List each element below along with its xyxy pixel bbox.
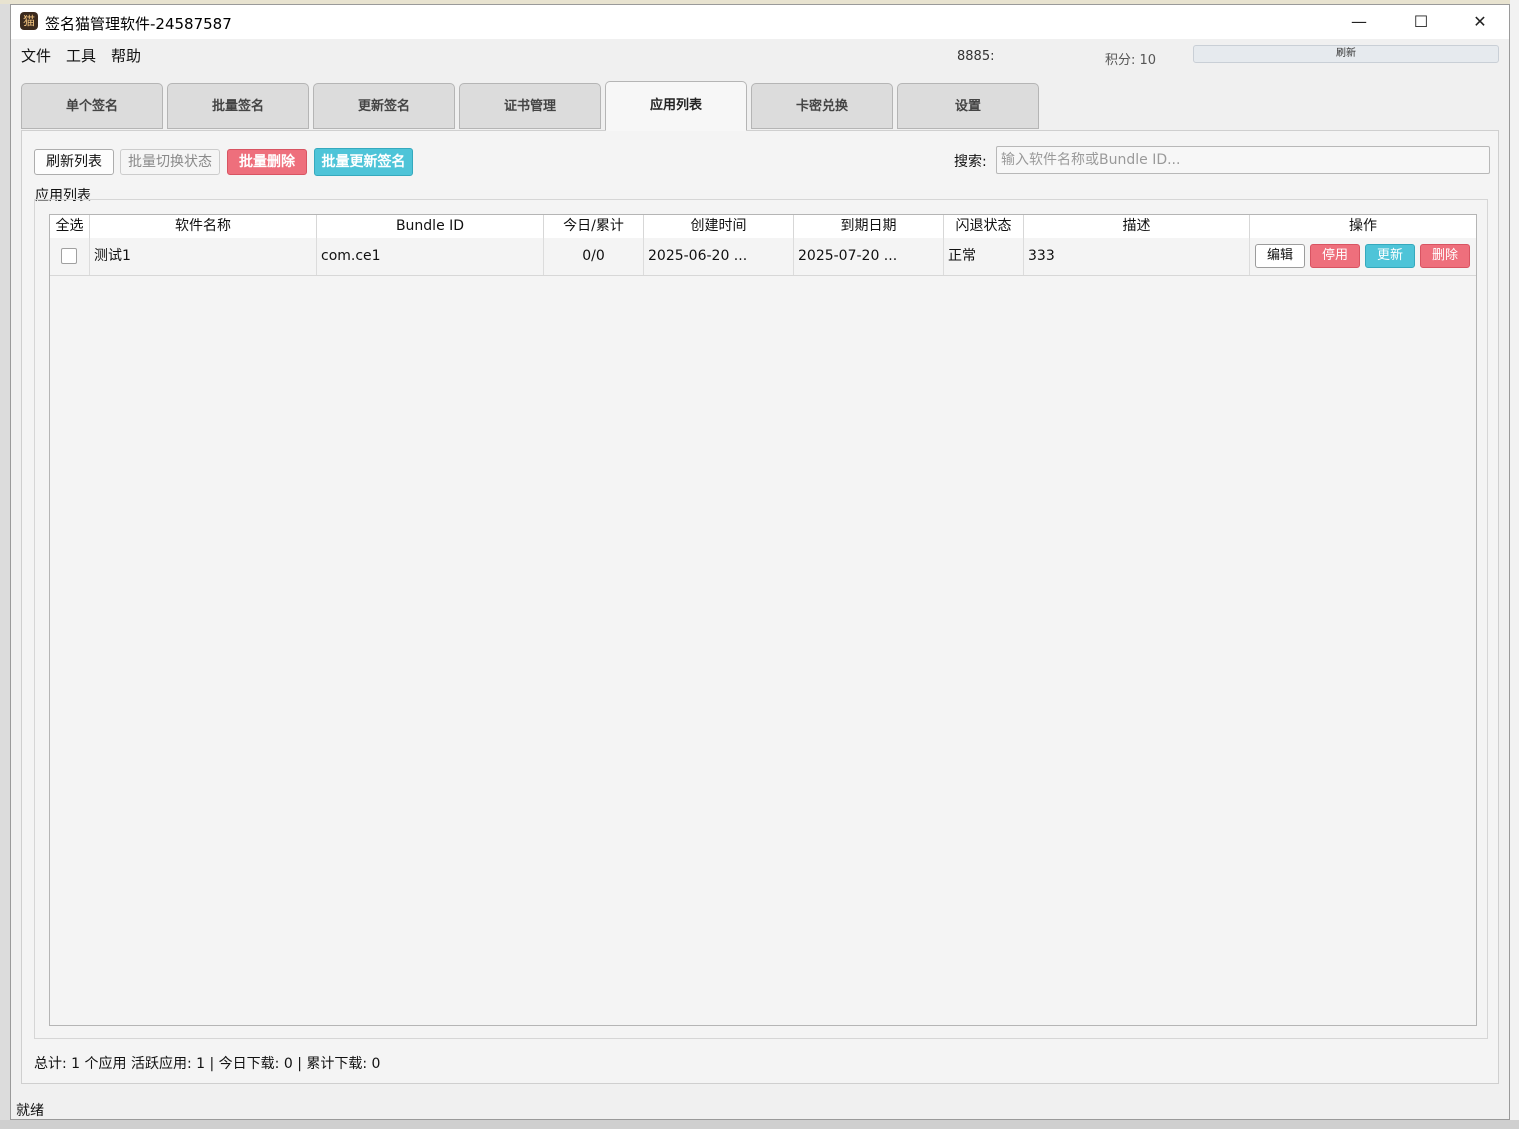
cell-expires: 2025-07-20 ...	[794, 238, 944, 275]
maximize-button[interactable]: ☐	[1392, 5, 1450, 39]
cell-bundle-id: com.ce1	[317, 238, 544, 275]
minimize-button[interactable]: —	[1330, 5, 1388, 39]
tab-card-redeem[interactable]: 卡密兑换	[751, 83, 893, 129]
cell-app-name: 测试1	[90, 238, 317, 275]
cell-crash-status: 正常	[944, 238, 1024, 275]
batch-toggle-status-button[interactable]: 批量切换状态	[120, 149, 220, 175]
header-crash-status[interactable]: 闪退状态	[944, 215, 1024, 238]
refresh-account-button[interactable]: 刷新	[1193, 45, 1499, 63]
header-select-all[interactable]: 全选	[50, 215, 90, 238]
summary-stats: 总计: 1 个应用 活跃应用: 1 | 今日下载: 0 | 累计下载: 0	[34, 1056, 381, 1072]
app-table: 全选 软件名称 Bundle ID 今日/累计 创建时间 到期日期 闪退状态 描…	[49, 214, 1477, 1026]
delete-button[interactable]: 删除	[1420, 244, 1470, 268]
search-input[interactable]	[996, 146, 1490, 174]
header-expires[interactable]: 到期日期	[794, 215, 944, 238]
update-button[interactable]: 更新	[1365, 244, 1415, 268]
points-label: 积分: 10	[1105, 53, 1157, 68]
batch-delete-button[interactable]: 批量删除	[227, 149, 307, 175]
desktop-taskbar-edge	[0, 1120, 1519, 1129]
search-label: 搜索:	[954, 154, 987, 170]
menu-bar: 文件 工具 帮助 8885: 积分: 10 刷新	[11, 39, 1509, 68]
cell-created: 2025-06-20 ...	[644, 238, 794, 275]
batch-update-sign-button[interactable]: 批量更新签名	[314, 148, 413, 176]
header-app-name[interactable]: 软件名称	[90, 215, 317, 238]
disable-button[interactable]: 停用	[1310, 244, 1360, 268]
tab-single-sign[interactable]: 单个签名	[21, 83, 163, 129]
app-window: 猫 签名猫管理软件-24587587 — ☐ ✕ 文件 工具 帮助 8885: …	[10, 4, 1510, 1120]
desktop-background-right	[1510, 0, 1519, 1129]
status-text: 就绪	[16, 1103, 44, 1119]
window-title: 签名猫管理软件-24587587	[45, 15, 232, 33]
menu-tools[interactable]: 工具	[66, 45, 96, 66]
header-created[interactable]: 创建时间	[644, 215, 794, 238]
tab-update-sign[interactable]: 更新签名	[313, 83, 455, 129]
cell-actions: 编辑 停用 更新 删除	[1250, 238, 1476, 275]
menu-help[interactable]: 帮助	[111, 45, 141, 66]
header-bundle-id[interactable]: Bundle ID	[317, 215, 544, 238]
status-bar: 就绪	[11, 1097, 1509, 1119]
app-list-panel: 刷新列表 批量切换状态 批量删除 批量更新签名 搜索: 应用列表 全选 软件名称…	[21, 130, 1499, 1084]
tab-certificate-management[interactable]: 证书管理	[459, 83, 601, 129]
cell-downloads: 0/0	[544, 238, 644, 275]
table-header: 全选 软件名称 Bundle ID 今日/累计 创建时间 到期日期 闪退状态 描…	[50, 215, 1476, 239]
header-actions: 操作	[1349, 218, 1377, 234]
header-downloads[interactable]: 今日/累计	[544, 215, 644, 238]
header-description[interactable]: 描述	[1024, 215, 1250, 238]
tab-app-list[interactable]: 应用列表	[605, 81, 747, 131]
tab-batch-sign[interactable]: 批量签名	[167, 83, 309, 129]
table-row[interactable]: 测试1 com.ce1 0/0 2025-06-20 ... 2025-07-2…	[50, 238, 1476, 276]
user-id-label: 8885:	[957, 49, 995, 64]
row-select-cell	[50, 238, 90, 275]
tab-settings[interactable]: 设置	[897, 83, 1039, 129]
edit-button[interactable]: 编辑	[1255, 244, 1305, 268]
refresh-list-button[interactable]: 刷新列表	[34, 149, 114, 175]
cell-description: 333	[1024, 238, 1250, 275]
row-checkbox[interactable]	[61, 248, 77, 264]
menu-file[interactable]: 文件	[21, 45, 51, 66]
title-bar[interactable]: 猫 签名猫管理软件-24587587 — ☐ ✕	[11, 5, 1509, 39]
close-button[interactable]: ✕	[1451, 5, 1509, 39]
app-logo-icon: 猫	[20, 12, 38, 30]
app-list-group: 全选 软件名称 Bundle ID 今日/累计 创建时间 到期日期 闪退状态 描…	[34, 199, 1488, 1039]
